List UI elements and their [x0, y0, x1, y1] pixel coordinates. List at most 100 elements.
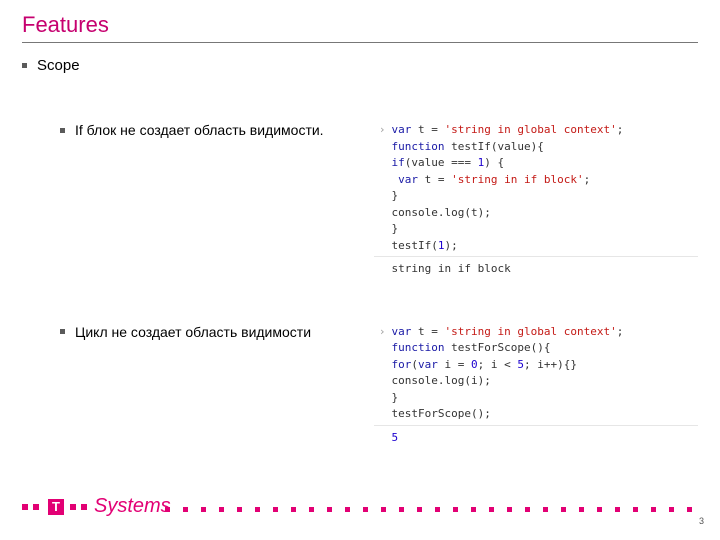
code-gutter: [374, 357, 392, 374]
footer-dot-icon: [633, 507, 638, 512]
footer-dot-icon: [219, 507, 224, 512]
footer-dot-icon: [255, 507, 260, 512]
footer-dot-icon: [489, 507, 494, 512]
slide-content: Features Scope If блок не создает област…: [0, 0, 720, 452]
bullet-square-icon: [60, 128, 65, 133]
bullet-loop: Цикл не создает область видимости: [60, 324, 374, 340]
bullet-scope-text: Scope: [37, 57, 80, 74]
logo-t-icon: [48, 499, 64, 515]
bullet-if: If блок не создает область видимости.: [60, 122, 374, 138]
code-text: var t = 'string in global context';: [392, 324, 698, 341]
footer-logo: Systems: [22, 495, 171, 518]
output-gutter: [374, 430, 392, 447]
code-output: string in if block: [392, 261, 511, 278]
footer-dot-icon: [669, 507, 674, 512]
code-gutter: [374, 373, 392, 390]
code-output: 5: [392, 430, 399, 447]
code-line: }: [374, 188, 698, 205]
footer-dot-icon: [687, 507, 692, 512]
footer-dot-icon: [507, 507, 512, 512]
footer-dot-icon: [183, 507, 188, 512]
code-listing: › var t = 'string in global context';func…: [374, 324, 698, 447]
code-gutter: [374, 205, 392, 222]
code-output-row: 5: [374, 425, 698, 447]
code-line: console.log(i);: [374, 373, 698, 390]
code-line: testIf(1);: [374, 238, 698, 255]
chevron-right-icon: ›: [379, 123, 386, 136]
code-gutter: [374, 155, 392, 172]
row-loop-block: Цикл не создает область видимости › var t…: [22, 324, 698, 453]
footer-dot-icon: [471, 507, 476, 512]
footer-dot-icon: [453, 507, 458, 512]
chevron-right-icon: ›: [379, 325, 386, 338]
logo-dot-icon: [70, 504, 76, 510]
code-text: console.log(t);: [392, 205, 698, 222]
code-gutter: [374, 406, 392, 423]
footer-dot-icon: [201, 507, 206, 512]
code-line: for(var i = 0; i < 5; i++){}: [374, 357, 698, 374]
logo-dot-icon: [33, 504, 39, 510]
logo-dot-icon: [22, 504, 28, 510]
code-line: › var t = 'string in global context';: [374, 324, 698, 341]
code-text: function testIf(value){: [392, 139, 698, 156]
code-gutter: [374, 390, 392, 407]
code-text: var t = 'string in global context';: [392, 122, 698, 139]
code-line: function testIf(value){: [374, 139, 698, 156]
footer-dot-icon: [291, 507, 296, 512]
code-text: }: [392, 188, 698, 205]
code-line: }: [374, 221, 698, 238]
footer-dot-icon: [237, 507, 242, 512]
code-gutter: ›: [374, 122, 392, 139]
footer-dot-icon: [579, 507, 584, 512]
page-number: 3: [699, 516, 704, 526]
code-line: testForScope();: [374, 406, 698, 423]
footer-dot-icon: [273, 507, 278, 512]
output-gutter: [374, 261, 392, 278]
code-gutter: [374, 172, 392, 189]
code-block-2: › var t = 'string in global context';func…: [374, 324, 698, 453]
code-text: var t = 'string in if block';: [392, 172, 698, 189]
footer-dot-icon: [309, 507, 314, 512]
code-text: }: [392, 390, 698, 407]
logo-dot-icon: [81, 504, 87, 510]
footer-dot-icon: [417, 507, 422, 512]
footer-dot-icon: [435, 507, 440, 512]
code-text: if(value === 1) {: [392, 155, 698, 172]
code-gutter: [374, 139, 392, 156]
footer-dot-icon: [165, 507, 170, 512]
col-text-if: If блок не создает область видимости.: [22, 122, 374, 148]
row-if-block: If блок не создает область видимости. › v…: [22, 122, 698, 284]
code-text: }: [392, 221, 698, 238]
col-text-loop: Цикл не создает область видимости: [22, 324, 374, 350]
bullet-if-text: If блок не создает область видимости.: [75, 122, 324, 138]
footer-dot-icon: [381, 507, 386, 512]
bullet-square-icon: [60, 329, 65, 334]
code-line: console.log(t);: [374, 205, 698, 222]
bullet-loop-text: Цикл не создает область видимости: [75, 324, 311, 340]
code-text: for(var i = 0; i < 5; i++){}: [392, 357, 698, 374]
code-output-row: string in if block: [374, 256, 698, 278]
code-text: console.log(i);: [392, 373, 698, 390]
code-gutter: [374, 188, 392, 205]
footer-dot-icon: [543, 507, 548, 512]
footer-dot-icon: [345, 507, 350, 512]
page-title: Features: [22, 12, 698, 38]
footer-dot-icon: [561, 507, 566, 512]
footer-dot-icon: [525, 507, 530, 512]
code-gutter: [374, 221, 392, 238]
footer-dot-icon: [399, 507, 404, 512]
code-text: testIf(1);: [392, 238, 698, 255]
footer-dot-icon: [597, 507, 602, 512]
code-gutter: [374, 340, 392, 357]
footer-dot-icon: [327, 507, 332, 512]
bullet-scope: Scope: [22, 57, 698, 74]
footer-dots-row: [165, 507, 705, 512]
code-text: function testForScope(){: [392, 340, 698, 357]
code-line: › var t = 'string in global context';: [374, 122, 698, 139]
code-gutter: [374, 238, 392, 255]
code-line: function testForScope(){: [374, 340, 698, 357]
code-text: testForScope();: [392, 406, 698, 423]
footer-dot-icon: [615, 507, 620, 512]
code-gutter: ›: [374, 324, 392, 341]
logo-text: Systems: [94, 495, 171, 518]
